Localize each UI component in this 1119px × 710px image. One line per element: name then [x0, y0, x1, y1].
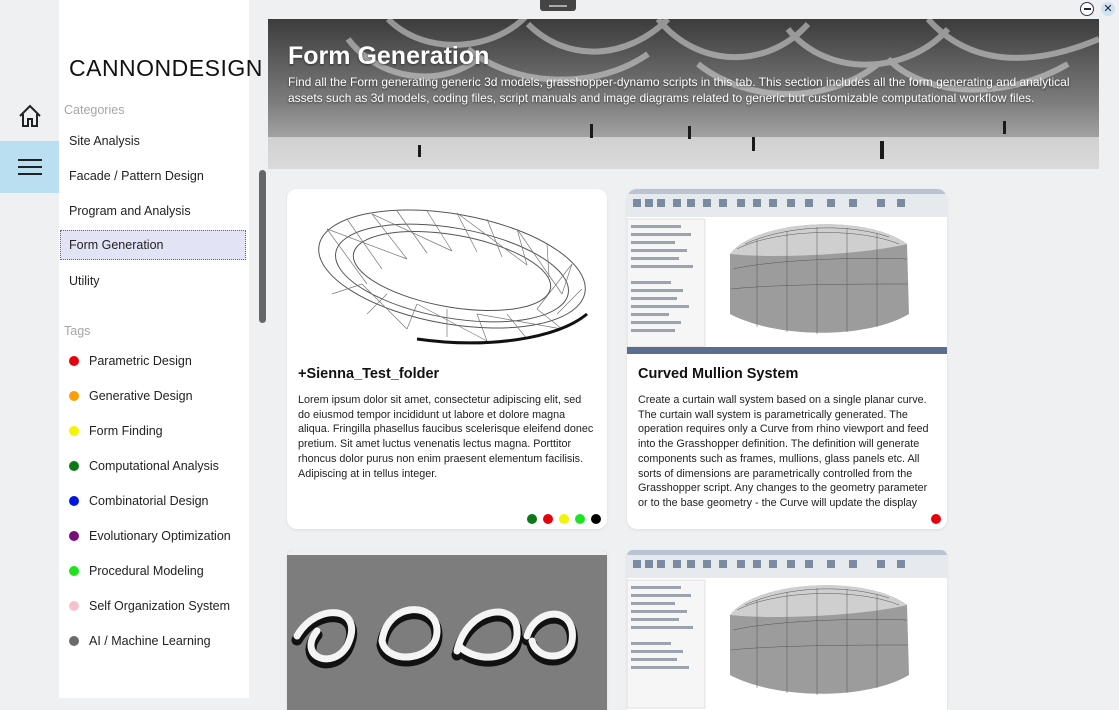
tag-label: Evolutionary Optimization	[89, 529, 231, 543]
hero-banner: Form Generation Find all the Form genera…	[268, 19, 1099, 169]
card-tag-dot	[559, 514, 569, 524]
close-icon: ✕	[1103, 3, 1113, 15]
asset-card[interactable]: Curved Mullion System Create a curtain w…	[627, 189, 947, 529]
card-tag-dot	[591, 514, 601, 524]
category-site-analysis[interactable]: Site Analysis	[60, 126, 246, 156]
page-title: Form Generation	[288, 42, 490, 70]
card-tag-dots	[931, 514, 941, 524]
card-tag-dot	[575, 514, 585, 524]
home-button[interactable]	[0, 96, 59, 136]
tag-label: Combinatorial Design	[89, 494, 209, 508]
tag-color-dot	[69, 426, 79, 436]
card-thumbnail-stadium	[287, 189, 607, 354]
tag-item[interactable]: Self Organization System	[69, 595, 230, 617]
tag-item[interactable]: AI / Machine Learning	[69, 630, 211, 652]
card-title: +Sienna_Test_folder	[298, 366, 440, 382]
tag-label: Form Finding	[89, 424, 163, 438]
tag-item[interactable]: Computational Analysis	[69, 455, 219, 477]
asset-card[interactable]	[627, 550, 947, 710]
hamburger-menu-icon	[17, 159, 42, 175]
tag-item[interactable]: Procedural Modeling	[69, 560, 204, 582]
sidebar: CANNONDESIGN Categories Site Analysis Fa…	[59, 0, 262, 698]
tag-item[interactable]: Parametric Design	[69, 350, 192, 372]
tag-item[interactable]: Combinatorial Design	[69, 490, 209, 512]
minimize-icon	[1083, 8, 1091, 10]
page-description: Find all the Form generating generic 3d …	[288, 75, 1070, 105]
tag-color-dot	[69, 496, 79, 506]
tag-color-dot	[69, 601, 79, 611]
tags-heading: Tags	[64, 324, 91, 338]
category-program-and-analysis[interactable]: Program and Analysis	[60, 196, 246, 226]
icon-rail	[0, 0, 59, 698]
grip-icon	[549, 4, 567, 7]
asset-card[interactable]: +Sienna_Test_folder Lorem ipsum dolor si…	[287, 189, 607, 529]
tag-label: Computational Analysis	[89, 459, 219, 473]
tag-label: AI / Machine Learning	[89, 634, 211, 648]
card-thumbnail-revit-screenshot	[627, 550, 947, 710]
home-icon	[18, 104, 41, 127]
card-tag-dot	[931, 514, 941, 524]
asset-card[interactable]	[287, 550, 607, 710]
card-description: Create a curtain wall system based on a …	[638, 394, 929, 509]
brand-logo: CANNONDESIGN	[69, 55, 263, 81]
tag-color-dot	[69, 461, 79, 471]
sidebar-scrollbar[interactable]	[259, 170, 266, 323]
card-tag-dots	[527, 514, 601, 524]
tag-item[interactable]: Generative Design	[69, 385, 193, 407]
card-description: Lorem ipsum dolor sit amet, consectetur …	[298, 394, 594, 480]
minimize-button[interactable]	[1080, 2, 1094, 16]
card-title: Curved Mullion System	[638, 366, 799, 382]
drag-handle[interactable]	[540, 0, 576, 11]
tag-label: Procedural Modeling	[89, 564, 204, 578]
tag-label: Parametric Design	[89, 354, 192, 368]
tag-color-dot	[69, 356, 79, 366]
tag-item[interactable]: Form Finding	[69, 420, 163, 442]
tag-label: Generative Design	[89, 389, 193, 403]
tag-color-dot	[69, 531, 79, 541]
card-tag-dot	[527, 514, 537, 524]
tag-item[interactable]: Evolutionary Optimization	[69, 525, 231, 547]
category-utility[interactable]: Utility	[60, 266, 246, 296]
close-button[interactable]: ✕	[1101, 2, 1115, 16]
card-thumbnail-ribbon-form	[287, 550, 607, 710]
card-thumbnail-revit-screenshot	[627, 189, 947, 354]
card-tag-dot	[543, 514, 553, 524]
tag-color-dot	[69, 566, 79, 576]
category-form-generation[interactable]: Form Generation	[60, 230, 246, 260]
categories-heading: Categories	[64, 103, 125, 117]
category-facade-pattern-design[interactable]: Facade / Pattern Design	[60, 161, 246, 191]
menu-button[interactable]	[0, 141, 59, 193]
tag-color-dot	[69, 636, 79, 646]
tag-label: Self Organization System	[89, 599, 231, 613]
tag-color-dot	[69, 391, 79, 401]
